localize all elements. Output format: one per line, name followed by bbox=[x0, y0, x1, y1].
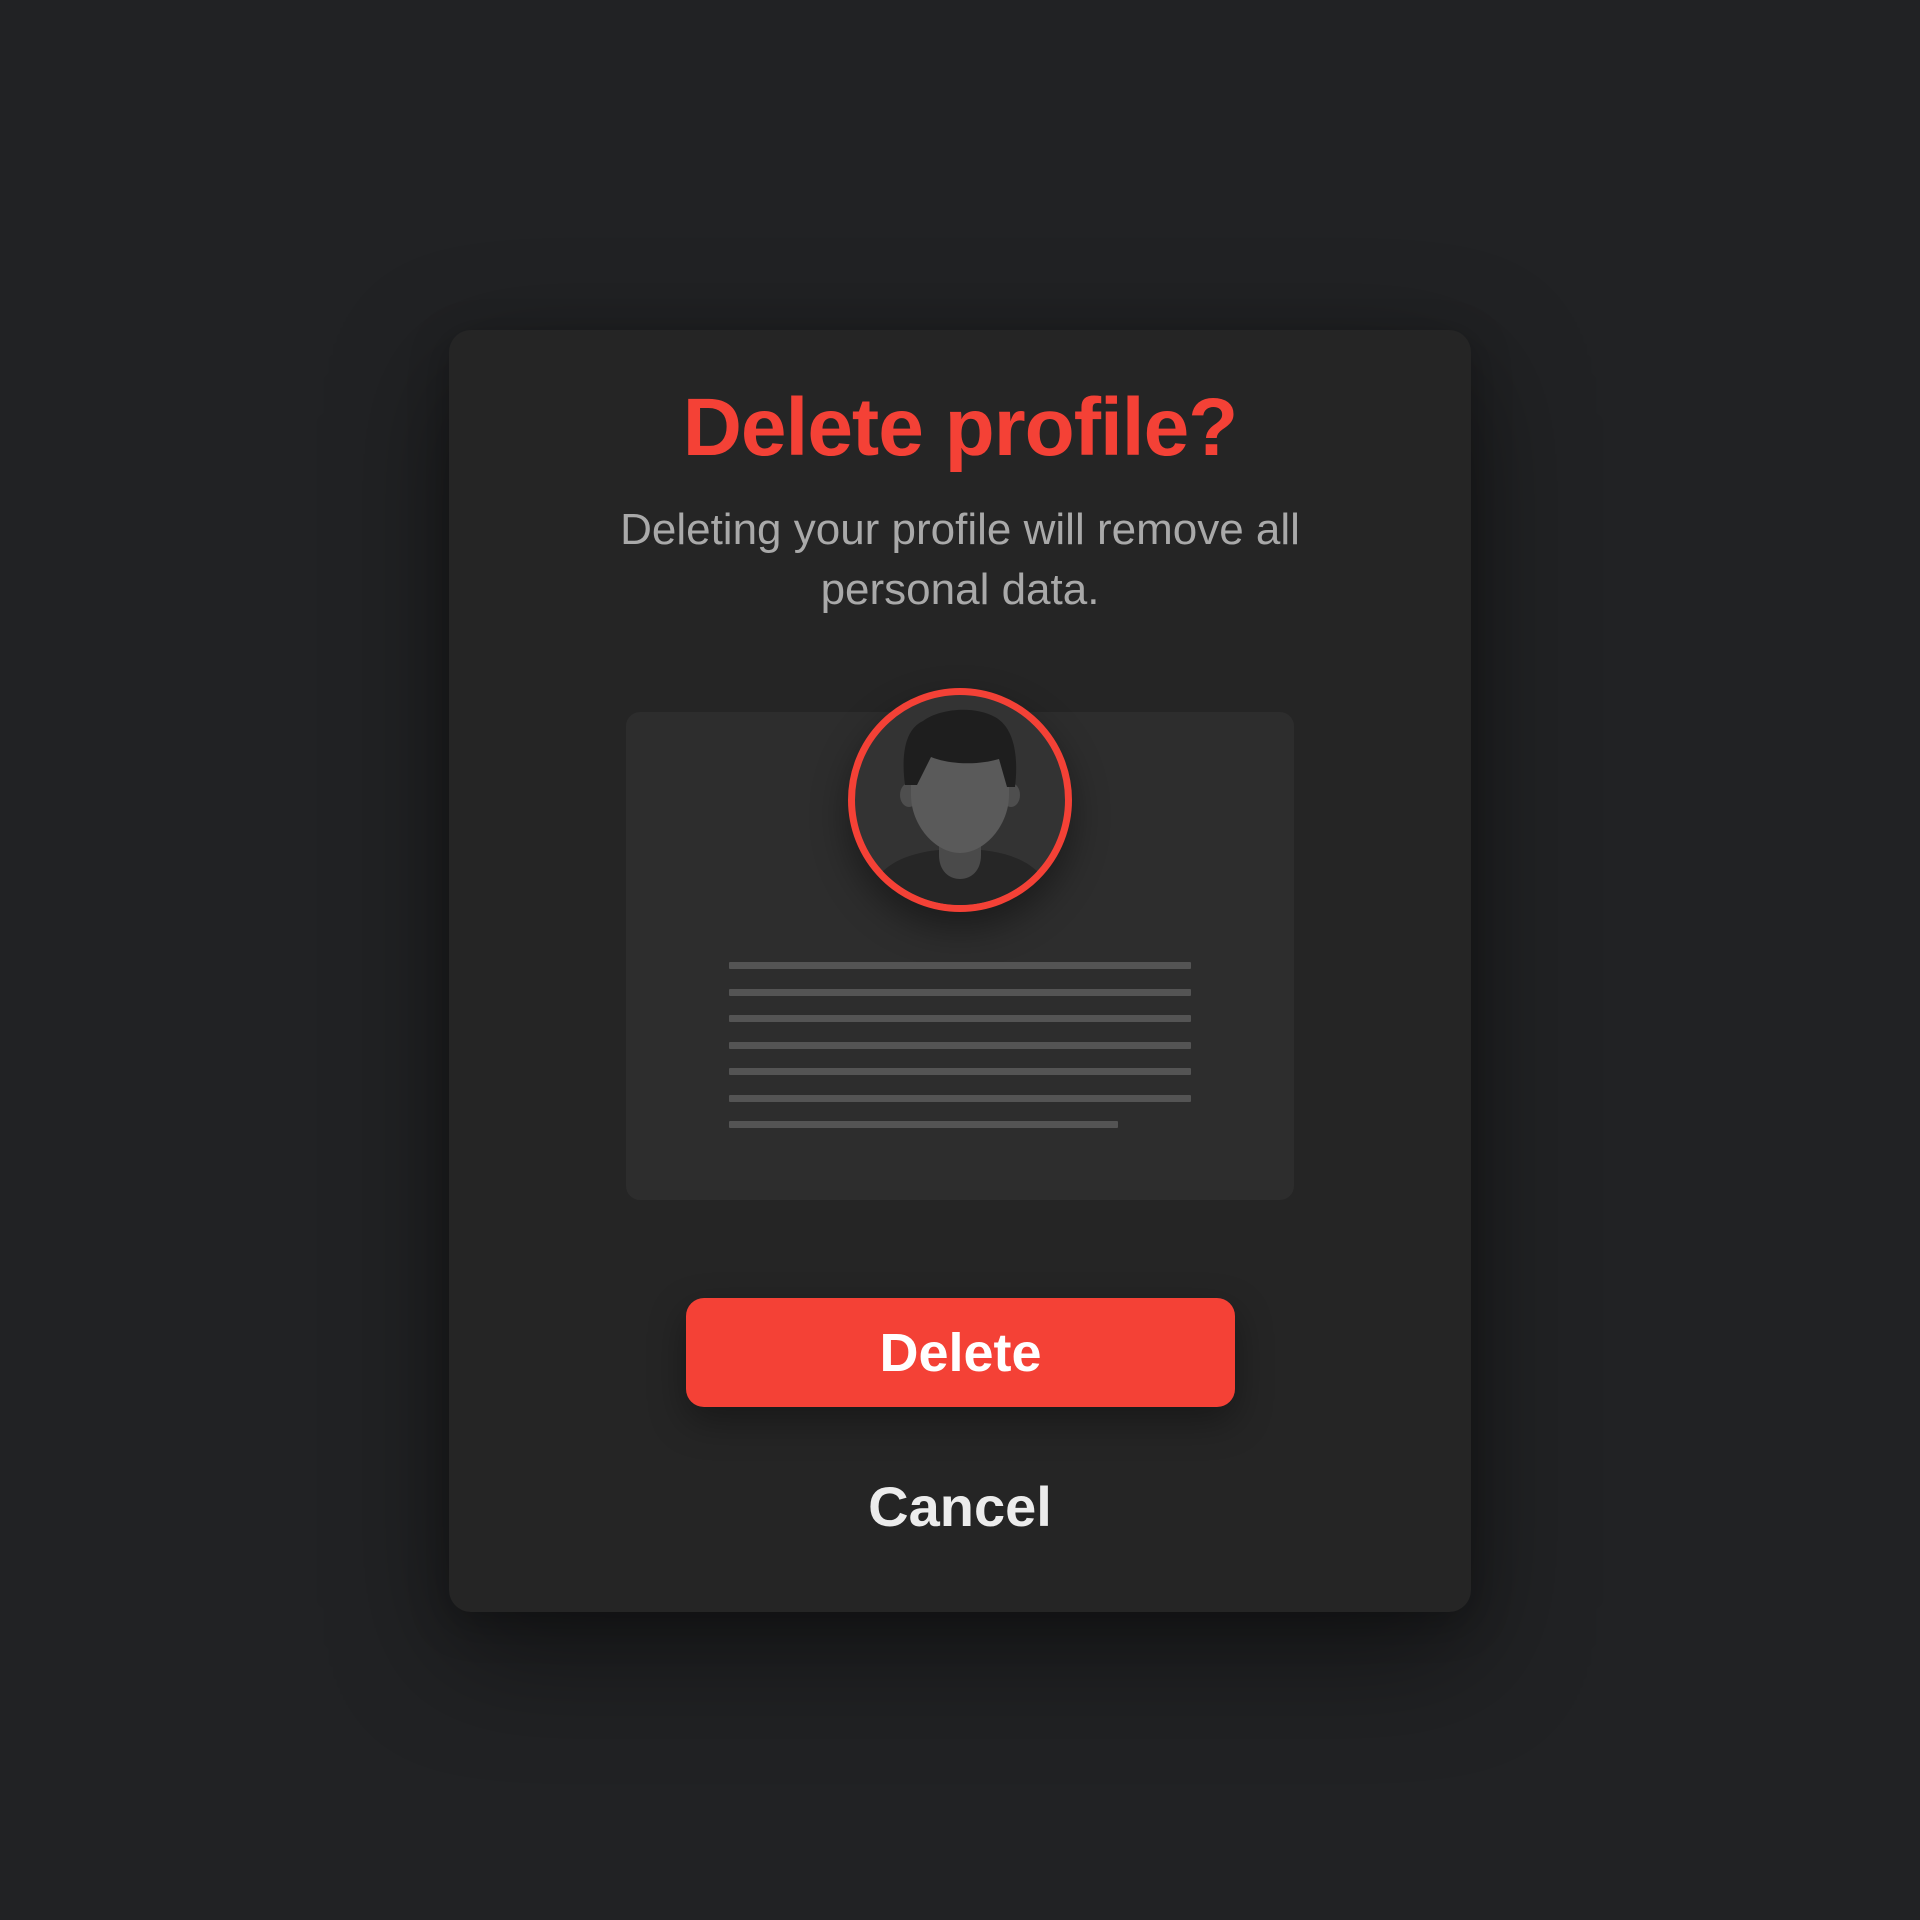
delete-button[interactable]: Delete bbox=[686, 1298, 1235, 1407]
user-silhouette-icon bbox=[865, 709, 1055, 905]
placeholder-text-line bbox=[729, 1094, 1191, 1102]
cancel-button[interactable]: Cancel bbox=[760, 1458, 1160, 1554]
dialog-description: Deleting your profile will remove all pe… bbox=[620, 505, 1300, 614]
dialog-title: Delete profile? bbox=[682, 382, 1239, 473]
user-avatar-icon bbox=[848, 688, 1072, 912]
placeholder-text-line bbox=[729, 962, 1191, 969]
placeholder-text-line bbox=[729, 988, 1191, 996]
placeholder-text-line bbox=[729, 1015, 1191, 1022]
placeholder-text-line bbox=[729, 1068, 1191, 1075]
placeholder-text-lines bbox=[729, 962, 1191, 1132]
placeholder-text-line bbox=[729, 1041, 1191, 1049]
placeholder-text-line bbox=[729, 1121, 1118, 1128]
